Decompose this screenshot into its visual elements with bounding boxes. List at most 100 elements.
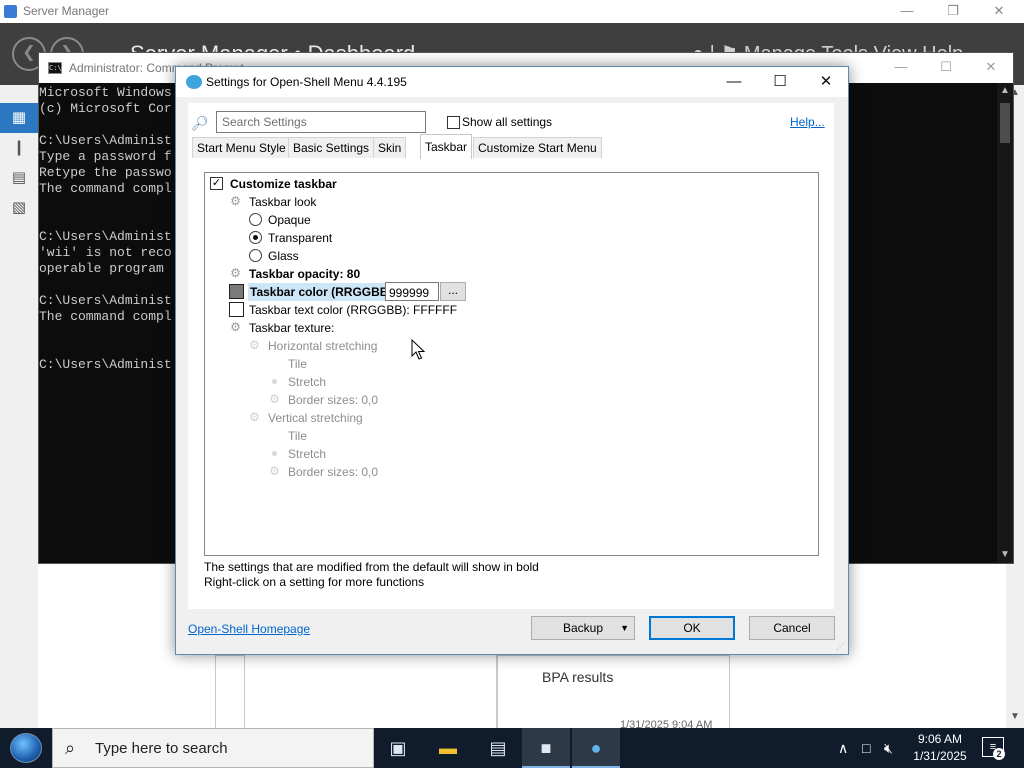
cmd-output-line: C:\Users\Administ — [39, 229, 172, 244]
dialog-minimize-icon[interactable]: — — [712, 71, 756, 93]
dialog-maximize-icon[interactable]: ☐ — [758, 71, 802, 93]
tab-taskbar[interactable]: Taskbar — [420, 134, 473, 159]
task-view-icon[interactable]: ▣ — [374, 728, 422, 768]
network-icon[interactable]: □ — [862, 728, 870, 768]
radio-dot-icon — [272, 379, 277, 384]
cmd-output-line: Type a password f — [39, 149, 172, 164]
taskbar-texture-label: Taskbar texture: — [249, 321, 335, 335]
cmd-close-icon[interactable]: ✕ — [969, 59, 1013, 79]
note-right-click: Right-click on a setting for more functi… — [204, 575, 425, 589]
bpa-results-label[interactable]: BPA results — [542, 669, 613, 685]
taskbar-search-box[interactable]: ⌕ Type here to search — [52, 728, 374, 768]
show-all-settings-checkbox[interactable] — [447, 116, 460, 129]
resize-grip-icon[interactable]: ⋰ — [836, 642, 846, 652]
settings-tree[interactable]: ✓ Customize taskbar ⚙ Taskbar look Opaqu… — [204, 172, 819, 556]
cmd-output-line: C:\Users\Administ — [39, 357, 172, 372]
dashboard-tile-left-inner — [244, 655, 497, 735]
server-manager-title: Server Manager — [23, 4, 110, 18]
h-stretch-label: Stretch — [288, 375, 327, 389]
tree-item-glass[interactable]: Glass — [249, 247, 449, 265]
open-shell-settings-dialog[interactable]: Settings for Open-Shell Menu 4.4.195 — ☐… — [175, 66, 849, 655]
cmd-scrollbar[interactable]: ▲ ▼ — [997, 83, 1013, 563]
taskbar-color-input[interactable] — [385, 282, 439, 301]
all-servers-icon[interactable]: ▤ — [0, 163, 38, 193]
cmd-maximize-icon[interactable]: ☐ — [924, 59, 968, 79]
v-stretch-label: Stretch — [288, 447, 327, 461]
taskbar-look-label: Taskbar look — [249, 195, 317, 209]
tab-customize-start-menu[interactable]: Customize Start Menu — [473, 137, 602, 158]
show-all-settings-label[interactable]: Show all settings — [462, 115, 552, 129]
cmd-scroll-thumb[interactable] — [1000, 103, 1010, 143]
tree-item-transparent[interactable]: Transparent — [249, 229, 449, 247]
backup-button[interactable]: Backup ▼ — [531, 616, 635, 640]
open-shell-taskbar-icon[interactable]: ● — [572, 728, 620, 768]
opaque-label: Opaque — [268, 213, 311, 227]
start-button[interactable] — [0, 728, 52, 768]
tree-item-v-border-sizes[interactable]: ⚙ Border sizes: 0,0 — [268, 463, 468, 481]
cmd-scroll-down-icon[interactable]: ▼ — [997, 547, 1013, 563]
tree-item-taskbar-opacity[interactable]: ⚙ Taskbar opacity: 80 — [229, 265, 449, 283]
setting-group-icon: ⚙ — [249, 410, 260, 424]
restore-icon[interactable]: ❐ — [930, 2, 976, 22]
search-icon: ⌕ — [65, 738, 76, 758]
taskbar-color-browse-button[interactable]: ... — [440, 282, 466, 301]
tree-item-v-tile[interactable]: Tile — [268, 427, 468, 445]
tree-item-customize-taskbar[interactable]: ✓ Customize taskbar — [210, 175, 410, 193]
server-manager-sidebar: ▦ ❙ ▤ ▧ — [0, 85, 38, 728]
tree-item-opaque[interactable]: Opaque — [249, 211, 449, 229]
cmd-scroll-up-icon[interactable]: ▲ — [997, 83, 1013, 99]
v-border-sizes-label: Border sizes: 0,0 — [288, 465, 379, 479]
tab-skin[interactable]: Skin — [373, 137, 407, 158]
tree-item-taskbar-look[interactable]: ⚙ Taskbar look — [229, 193, 429, 211]
tree-item-taskbar-color[interactable]: Taskbar color (RRGGBB) ... — [229, 282, 499, 301]
tree-item-v-stretch[interactable]: Stretch — [268, 445, 468, 463]
dashboard-icon[interactable]: ▦ — [0, 103, 38, 133]
h-border-sizes-label: Border sizes: 0,0 — [288, 393, 379, 407]
file-explorer-icon[interactable]: ▬ — [424, 728, 472, 768]
transparent-radio[interactable] — [249, 231, 262, 244]
opaque-radio[interactable] — [249, 213, 262, 226]
radio-dot-icon — [272, 451, 277, 456]
setting-icon: ⚙ — [269, 392, 280, 406]
cmd-output-line: Retype the passwo — [39, 165, 172, 180]
minimize-icon[interactable]: — — [884, 2, 930, 22]
show-hidden-icons-chevron-icon[interactable]: ∧ — [838, 728, 848, 768]
backup-button-label: Backup — [562, 621, 604, 635]
tree-item-h-stretch[interactable]: Stretch — [268, 373, 468, 391]
tree-item-vertical-stretching[interactable]: ⚙ Vertical stretching — [248, 409, 448, 427]
volume-muted-icon[interactable]: 🔇︎ — [884, 728, 893, 768]
local-server-icon[interactable]: ❙ — [0, 133, 38, 163]
tree-item-taskbar-text-color[interactable]: Taskbar text color (RRGGBB): FFFFFF — [229, 301, 489, 319]
cancel-button[interactable]: Cancel — [749, 616, 835, 640]
dialog-titlebar[interactable]: Settings for Open-Shell Menu 4.4.195 — ☐… — [176, 67, 848, 97]
taskbar-clock[interactable]: 9:06 AM 1/31/2025 — [905, 731, 975, 765]
cmd-output-line: The command compl — [39, 309, 172, 324]
v-tile-label: Tile — [288, 429, 307, 443]
tree-item-h-tile[interactable]: Tile — [268, 355, 468, 373]
dialog-close-icon[interactable]: ✕ — [804, 71, 848, 93]
note-bold-modified: The settings that are modified from the … — [204, 560, 539, 574]
h-tile-label: Tile — [288, 357, 307, 371]
dialog-title: Settings for Open-Shell Menu 4.4.195 — [206, 75, 407, 89]
cmd-minimize-icon[interactable]: — — [879, 59, 923, 79]
tab-basic-settings[interactable]: Basic Settings — [288, 137, 375, 158]
help-link[interactable]: Help... — [790, 115, 825, 129]
search-settings-input[interactable] — [216, 111, 426, 133]
taskbar-text-color-swatch — [229, 302, 244, 317]
ok-button[interactable]: OK — [649, 616, 735, 640]
server-manager-taskbar-icon[interactable]: ▤ — [474, 728, 522, 768]
command-prompt-taskbar-icon[interactable]: ■ — [522, 728, 570, 768]
cmd-output-line: Microsoft Windows — [39, 85, 172, 100]
tree-item-taskbar-texture[interactable]: ⚙ Taskbar texture: — [229, 319, 429, 337]
cmd-output-line: operable program — [39, 261, 164, 276]
tree-item-h-border-sizes[interactable]: ⚙ Border sizes: 0,0 — [268, 391, 468, 409]
glass-radio[interactable] — [249, 249, 262, 262]
customize-taskbar-checkbox[interactable]: ✓ — [210, 177, 223, 190]
glass-label: Glass — [268, 249, 299, 263]
close-icon[interactable]: ✕ — [976, 2, 1022, 22]
open-shell-homepage-link[interactable]: Open-Shell Homepage — [188, 622, 310, 636]
file-services-icon[interactable]: ▧ — [0, 193, 38, 223]
tab-start-menu-style[interactable]: Start Menu Style — [192, 137, 291, 158]
setting-group-icon: ⚙ — [230, 320, 241, 334]
scroll-down-icon[interactable]: ▼ — [1006, 709, 1024, 725]
